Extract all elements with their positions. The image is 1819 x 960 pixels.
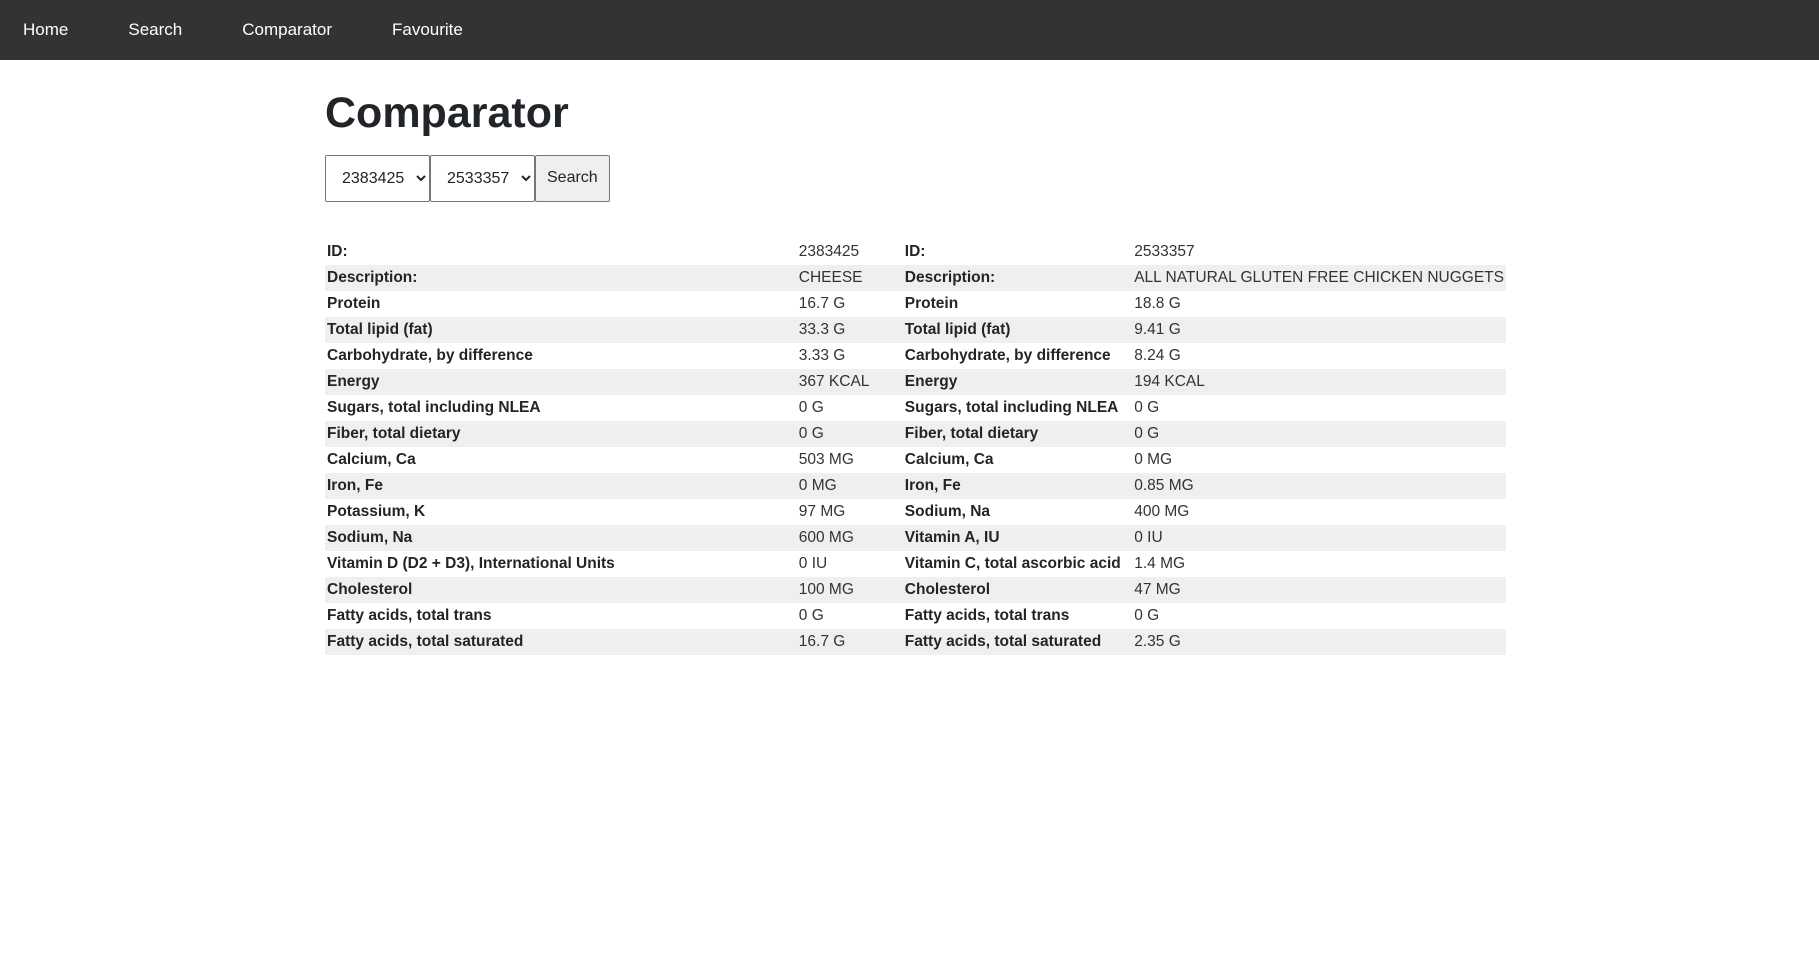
search-button[interactable]: Search [535, 154, 610, 202]
product-b-nutrient-label: Cholesterol [902, 576, 1133, 603]
nav-home-link[interactable]: Home [23, 20, 68, 40]
product-b-nutrient-label: Sugars, total including NLEA [904, 398, 1119, 416]
product-b-nutrient-value: 18.8 G [1134, 294, 1181, 312]
table-row: Fatty acids, total trans 0 G Fatty acids, … [325, 603, 1506, 629]
product-b-nutrient-label: Fatty acids, total trans [904, 606, 1070, 624]
product-b-nutrient-value: 9.41 G [1132, 316, 1506, 343]
top-navbar: Home Search Comparator Favourite [0, 0, 1819, 60]
table-row: Sodium, Na 600 MG Vitamin A, IU 0 IU [325, 524, 1506, 551]
product-b-nutrient-label: Sodium, Na [904, 502, 991, 520]
product-b-nutrient-label: Iron, Fe [902, 472, 1133, 499]
product-b-nutrient-value: 400 MG [1134, 502, 1190, 520]
table-row: Cholesterol 100 MG Cholesterol 47 MG [325, 576, 1506, 603]
product-b-nutrient-value: 0 G [1134, 398, 1160, 416]
product-a-nutrient-value: 367 KCAL [796, 368, 903, 395]
product-a-nutrient-label: Vitamin D (D2 + D3), International Units [327, 554, 615, 572]
product-b-nutrient-label: Energy [902, 368, 1133, 395]
table-row: Iron, Fe 0 MG Iron, Fe 0.85 MG [325, 472, 1506, 499]
table-row: ID: 2383425 ID: 2533357 [325, 239, 1506, 265]
table-row: Carbohydrate, by difference 3.33 G Carbohy… [325, 343, 1506, 369]
product-b-nutrient-value: 0 G [1132, 420, 1506, 447]
product-a-nutrient-value: 100 MG [796, 576, 903, 603]
product-a-nutrient-value: 2383425 [798, 242, 860, 260]
product-b-nutrient-value: 8.24 G [1134, 346, 1181, 364]
product-a-nutrient-value: CHEESE [796, 264, 903, 291]
table-row: Energy 367 KCAL Energy 194 KCAL [325, 368, 1506, 395]
product-b-nutrient-value: 2533357 [1134, 242, 1195, 260]
product-a-nutrient-label: Potassium, K [327, 502, 426, 520]
product-a-nutrient-value: 16.7 G [798, 294, 846, 312]
product-a-nutrient-label: Iron, Fe [325, 472, 797, 499]
product-b-nutrient-value: 2.35 G [1132, 628, 1506, 655]
table-row: Potassium, K 97 MG Sodium, Na 400 MG [325, 499, 1506, 525]
table-row: Total lipid (fat) 33.3 G Total lipid (fat)… [325, 316, 1506, 343]
product-b-nutrient-label: Protein [904, 294, 959, 312]
table-row: Vitamin D (D2 + D3), International Units… [325, 551, 1506, 577]
nav-comparator-link[interactable]: Comparator [242, 20, 332, 40]
comparator-controls: 2383425 2533357 Search [325, 154, 1506, 202]
product-a-nutrient-label: Fiber, total dietary [325, 420, 797, 447]
product-a-nutrient-label: Carbohydrate, by difference [327, 346, 533, 364]
product-a-nutrient-value: 0 G [798, 606, 824, 624]
nav-search-link[interactable]: Search [128, 20, 182, 40]
product-b-nutrient-label: Vitamin C, total ascorbic acid [904, 554, 1121, 572]
product-b-nutrient-value: 0 IU [1132, 524, 1506, 551]
product-b-nutrient-value: 0 MG [1134, 450, 1173, 468]
product-a-nutrient-value: 0 IU [798, 554, 828, 572]
product-b-nutrient-value: 47 MG [1132, 576, 1506, 603]
product-b-nutrient-value: ALL NATURAL GLUTEN FREE CHICKEN NUGGETS [1132, 264, 1506, 291]
product-a-nutrient-label: Calcium, Ca [327, 450, 416, 468]
nav-favourite-link[interactable]: Favourite [392, 20, 463, 40]
product-a-nutrient-value: 600 MG [796, 524, 903, 551]
product-b-nutrient-value: 194 KCAL [1132, 368, 1506, 395]
product-b-nutrient-label: Fatty acids, total saturated [902, 628, 1133, 655]
product-a-nutrient-label: Fatty acids, total trans [327, 606, 492, 624]
product-a-nutrient-label: Sodium, Na [325, 524, 797, 551]
product-a-nutrient-label: Cholesterol [325, 576, 797, 603]
table-row: Calcium, Ca 503 MG Calcium, Ca 0 MG [325, 447, 1506, 473]
page-title: Comparator [325, 89, 569, 137]
comparison-table: ID: 2383425 ID: 2533357 Description: CHEESE De… [325, 239, 1506, 655]
product-a-nutrient-value: 97 MG [798, 502, 846, 520]
product-a-nutrient-label: Sugars, total including NLEA [327, 398, 541, 416]
product-a-nutrient-value: 33.3 G [796, 316, 903, 343]
product-a-nutrient-label: Description: [325, 264, 797, 291]
table-row: Description: CHEESE Description: ALL NATURA… [325, 264, 1506, 291]
main-content: Comparator 2383425 2533357 Search ID: 238… [325, 60, 1506, 655]
product-a-nutrient-value: 3.33 G [798, 346, 846, 364]
product-b-nutrient-label: Fiber, total dietary [902, 420, 1133, 447]
product-a-nutrient-label: Protein [327, 294, 381, 312]
product-a-nutrient-value: 0 G [798, 398, 824, 416]
product-b-nutrient-label: Calcium, Ca [904, 450, 994, 468]
product-b-nutrient-label: Total lipid (fat) [902, 316, 1133, 343]
table-row: Fiber, total dietary 0 G Fiber, total diet… [325, 420, 1506, 447]
product-b-nutrient-value: 1.4 MG [1134, 554, 1186, 572]
table-row: Sugars, total including NLEA 0 G Sugars, t… [325, 395, 1506, 421]
product-a-nutrient-label: Total lipid (fat) [325, 316, 797, 343]
product-b-nutrient-label: Description: [902, 264, 1133, 291]
product-b-nutrient-value: 0 G [1134, 606, 1160, 624]
product-b-select[interactable]: 2533357 [430, 154, 535, 202]
product-b-nutrient-label: Carbohydrate, by difference [904, 346, 1111, 364]
product-a-nutrient-label: Fatty acids, total saturated [325, 628, 797, 655]
product-a-select[interactable]: 2383425 [325, 154, 430, 202]
product-a-nutrient-label: Energy [325, 368, 797, 395]
table-row: Fatty acids, total saturated 16.7 G Fatty … [325, 628, 1506, 655]
product-a-nutrient-value: 503 MG [798, 450, 854, 468]
product-b-nutrient-label: ID: [904, 242, 926, 260]
product-a-nutrient-value: 0 G [796, 420, 903, 447]
product-b-nutrient-value: 0.85 MG [1132, 472, 1506, 499]
product-a-nutrient-value: 16.7 G [796, 628, 903, 655]
product-a-nutrient-value: 0 MG [796, 472, 903, 499]
table-row: Protein 16.7 G Protein 18.8 G [325, 291, 1506, 317]
product-b-nutrient-label: Vitamin A, IU [902, 524, 1133, 551]
product-a-nutrient-label: ID: [327, 242, 348, 260]
